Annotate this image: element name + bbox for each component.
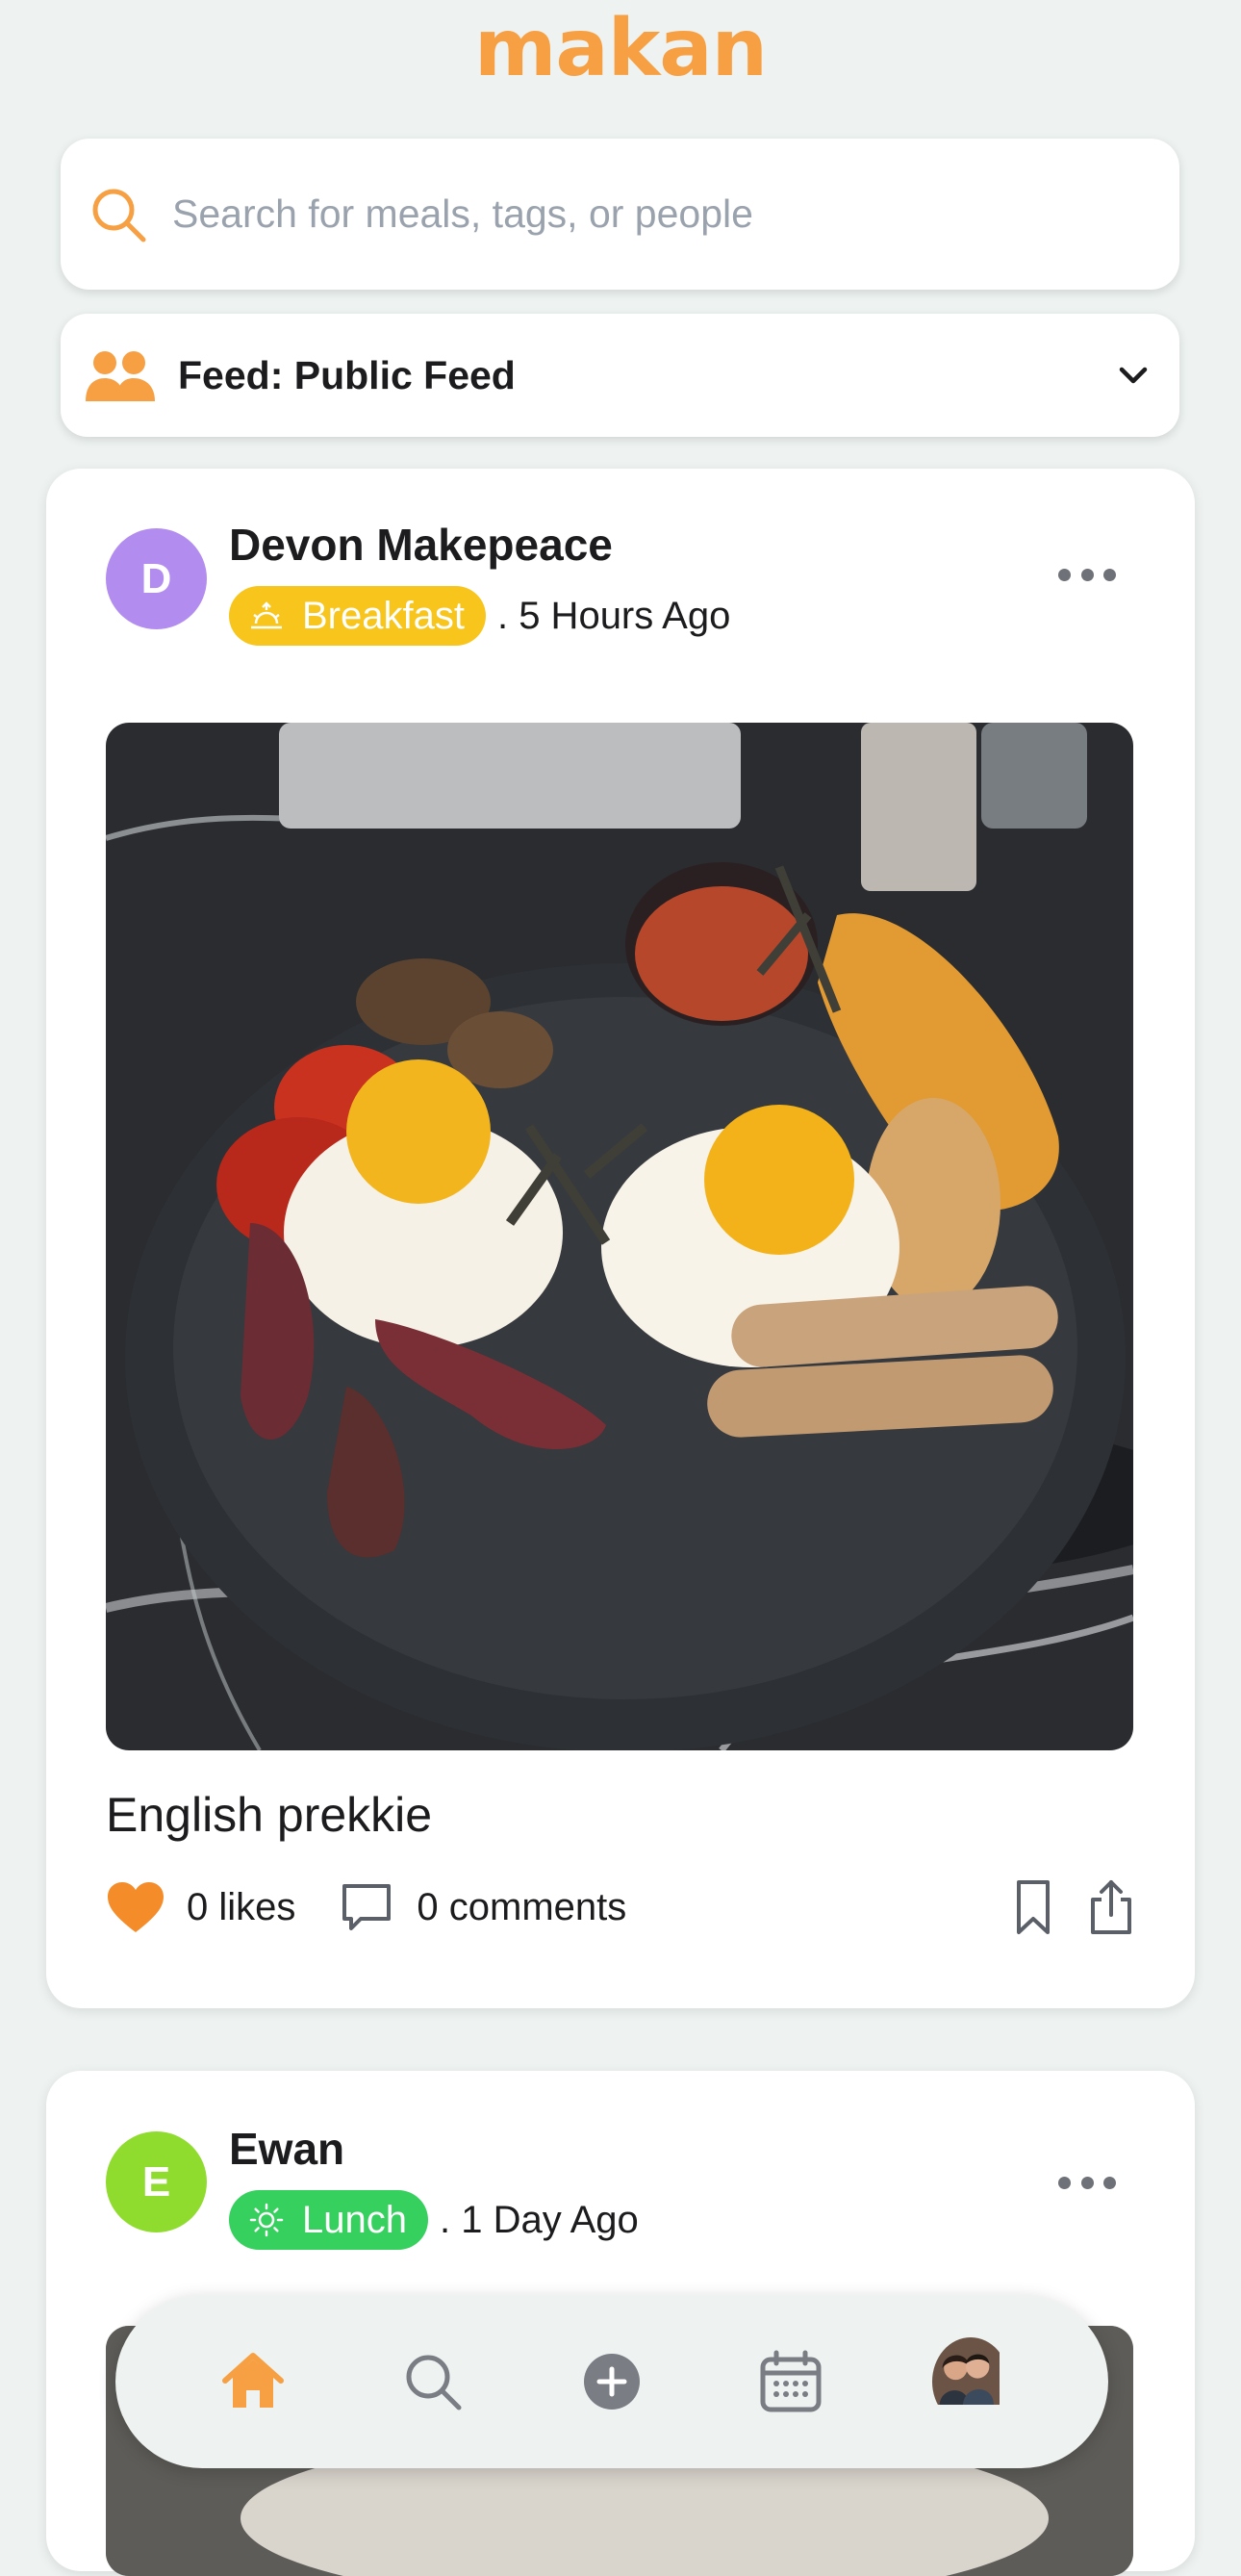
post-card: D Devon Makepeace Breakfast . 5 Hours Ag… xyxy=(46,469,1195,2008)
comments-count: 0 comments xyxy=(417,1885,627,1928)
search-bar[interactable]: Search for meals, tags, or people xyxy=(61,139,1179,290)
chevron-down-icon xyxy=(1119,367,1148,384)
people-icon xyxy=(86,351,155,401)
calendar-icon xyxy=(760,2350,822,2412)
nav-home[interactable] xyxy=(215,2343,291,2420)
post-photo[interactable] xyxy=(106,723,1133,1750)
nav-profile[interactable] xyxy=(931,2337,1009,2420)
avatar[interactable]: E xyxy=(106,2131,207,2232)
post-caption: English prekkie xyxy=(106,1788,433,1842)
avatar[interactable]: D xyxy=(106,528,207,629)
feed-dropdown[interactable]: Feed: Public Feed xyxy=(61,314,1179,437)
profile-avatar xyxy=(931,2337,1009,2426)
app-logo: makan xyxy=(473,3,768,94)
avatar-initial: E xyxy=(141,2157,171,2206)
search-input[interactable]: Search for meals, tags, or people xyxy=(172,191,753,237)
food-photo-image xyxy=(106,723,1133,1750)
avatar-initial: D xyxy=(140,554,172,602)
sun-icon xyxy=(249,2203,284,2237)
meal-badge[interactable]: Breakfast xyxy=(229,586,486,646)
meal-badge[interactable]: Lunch xyxy=(229,2190,428,2250)
heart-icon[interactable] xyxy=(106,1880,165,1934)
meal-label: Lunch xyxy=(302,2198,407,2241)
add-icon xyxy=(583,2354,640,2410)
nav-add[interactable] xyxy=(573,2343,650,2420)
post-time: . 1 Day Ago xyxy=(439,2198,639,2241)
search-icon xyxy=(92,189,146,242)
post-actions: 0 likes 0 comments xyxy=(106,1874,1135,1941)
bottom-nav-bar xyxy=(115,2295,1108,2468)
post-time: . 5 Hours Ago xyxy=(496,594,731,637)
likes-count: 0 likes xyxy=(187,1885,296,1928)
post-author-name[interactable]: Devon Makepeace xyxy=(229,519,613,571)
post-author-name[interactable]: Ewan xyxy=(229,2123,344,2175)
nav-search[interactable] xyxy=(394,2343,471,2420)
more-options-button[interactable] xyxy=(1058,2177,1116,2196)
share-icon[interactable] xyxy=(1087,1878,1135,1936)
nav-calendar[interactable] xyxy=(752,2343,829,2420)
comment-icon[interactable] xyxy=(340,1880,393,1934)
search-icon xyxy=(406,2355,462,2410)
post-meta: Breakfast . 5 Hours Ago xyxy=(229,586,730,646)
sunrise-icon xyxy=(251,601,282,629)
home-icon xyxy=(222,2353,285,2408)
post-meta: Lunch . 1 Day Ago xyxy=(229,2190,639,2250)
more-options-button[interactable] xyxy=(1058,569,1116,588)
feed-label: Feed: Public Feed xyxy=(178,352,516,397)
meal-label: Breakfast xyxy=(302,594,465,637)
bookmark-icon[interactable] xyxy=(1012,1878,1054,1936)
